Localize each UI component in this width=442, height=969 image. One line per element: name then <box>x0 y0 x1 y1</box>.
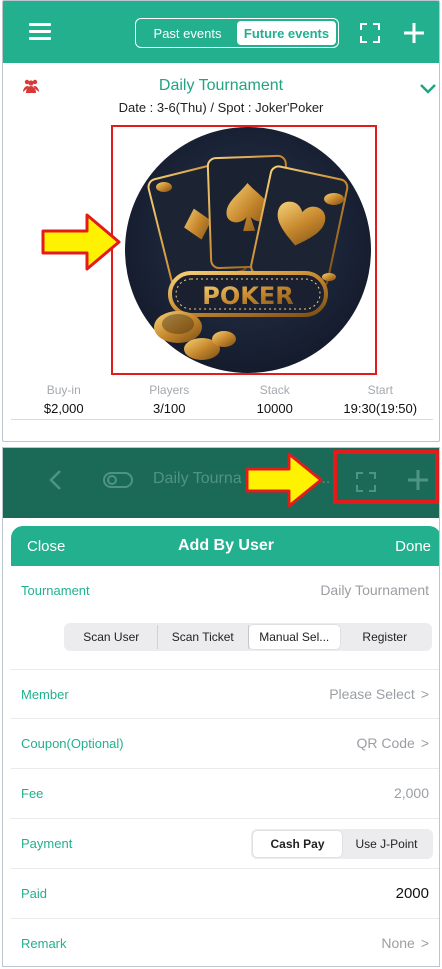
paid-row[interactable]: Paid 2000 <box>11 869 439 919</box>
sheet-title: Add By User <box>177 537 275 554</box>
add-user-form: Tournament Daily Tournament Scan User Sc… <box>11 566 439 966</box>
event-card[interactable]: Daily Tournament Date : 3-6(Thu) / Spot … <box>3 63 439 441</box>
plus-icon[interactable] <box>402 21 426 45</box>
event-stats: Buy-in Players Stack Start $2,000 3/100 … <box>11 383 433 416</box>
add-by-user-panel: Daily Tourna ... Close Add By User Done … <box>2 447 440 967</box>
remark-placeholder: None <box>381 935 415 951</box>
coupon-row[interactable]: Coupon(Optional) QR Code > <box>11 719 439 769</box>
divider <box>11 419 433 420</box>
member-placeholder: Please Select <box>329 686 415 702</box>
sheet-header: Close Add By User Done <box>11 526 439 566</box>
annotation-arrow-icon <box>245 452 323 508</box>
tab-scan-user[interactable]: Scan User <box>66 625 158 649</box>
stat-label: Stack <box>259 383 290 397</box>
event-date-spot: Date : 3-6(Thu) / Spot : Joker'Poker <box>118 100 324 115</box>
remark-row[interactable]: Remark None > <box>11 919 439 966</box>
event-title: Daily Tournament <box>158 77 284 94</box>
member-value: Please Select > <box>329 686 429 702</box>
tab-register[interactable]: Register <box>340 625 431 649</box>
coupon-label: Coupon(Optional) <box>21 736 124 751</box>
method-tabs: Scan User Scan Ticket Manual Sel... Regi… <box>64 623 432 651</box>
paid-label: Paid <box>21 886 48 901</box>
coupon-value: QR Code > <box>356 735 429 751</box>
stat-players-value: 3/100 <box>152 401 186 416</box>
remark-value: None > <box>381 935 429 951</box>
fee-label: Fee <box>21 786 44 801</box>
annotation-arrow-icon <box>41 213 121 271</box>
payment-label: Payment <box>21 836 73 851</box>
stat-label: Start <box>367 383 393 397</box>
back-icon[interactable] <box>48 469 62 491</box>
events-segmented-control: Past events Future events <box>135 18 339 48</box>
tournament-value: Daily Tournament <box>320 582 429 598</box>
tournament-label: Tournament <box>21 583 90 598</box>
j-point-option[interactable]: Use J-Point <box>342 831 431 857</box>
tab-scan-ticket[interactable]: Scan Ticket <box>158 625 249 649</box>
tab-future-events[interactable]: Future events <box>237 21 336 45</box>
top-header: Past events Future events <box>3 1 439 63</box>
chevron-right-icon: > <box>420 686 429 702</box>
annotation-red-box <box>111 125 377 375</box>
tab-manual-select[interactable]: Manual Sel... <box>249 625 340 649</box>
stat-label: Buy-in <box>46 383 81 397</box>
fee-row: Fee 2,000 <box>11 769 439 819</box>
tournament-row: Tournament Daily Tournament <box>11 566 439 620</box>
chevron-right-icon: > <box>420 935 429 951</box>
stat-buyin-value: $2,000 <box>43 401 84 416</box>
fee-value: 2,000 <box>393 785 429 801</box>
remark-label: Remark <box>21 936 67 951</box>
chevron-right-icon: > <box>420 735 429 751</box>
cash-pay-option[interactable]: Cash Pay <box>253 831 342 857</box>
payment-row: Payment Cash Pay Use J-Point <box>11 819 439 869</box>
dimmed-title: Daily Tourna <box>153 470 242 487</box>
tab-past-events[interactable]: Past events <box>138 21 237 45</box>
member-row[interactable]: Member Please Select > <box>11 669 439 719</box>
stat-label: Players <box>149 383 190 397</box>
coupon-placeholder: QR Code <box>356 735 415 751</box>
chevron-down-icon[interactable] <box>419 83 437 95</box>
stat-stack-value: 10000 <box>256 401 293 416</box>
event-list-panel: Past events Future events Daily Tourname… <box>2 0 440 442</box>
menu-icon[interactable] <box>29 23 51 41</box>
done-button[interactable]: Done <box>395 538 431 555</box>
paid-input[interactable]: 2000 <box>396 885 429 902</box>
toggle-icon[interactable] <box>103 472 133 488</box>
payment-segmented-control: Cash Pay Use J-Point <box>251 829 433 859</box>
expand-icon[interactable] <box>360 23 380 43</box>
dimmed-header: Daily Tourna ... <box>3 448 439 518</box>
member-label: Member <box>21 687 69 702</box>
annotation-red-box <box>333 450 439 504</box>
stat-start-value: 19:30(19:50) <box>343 401 418 416</box>
